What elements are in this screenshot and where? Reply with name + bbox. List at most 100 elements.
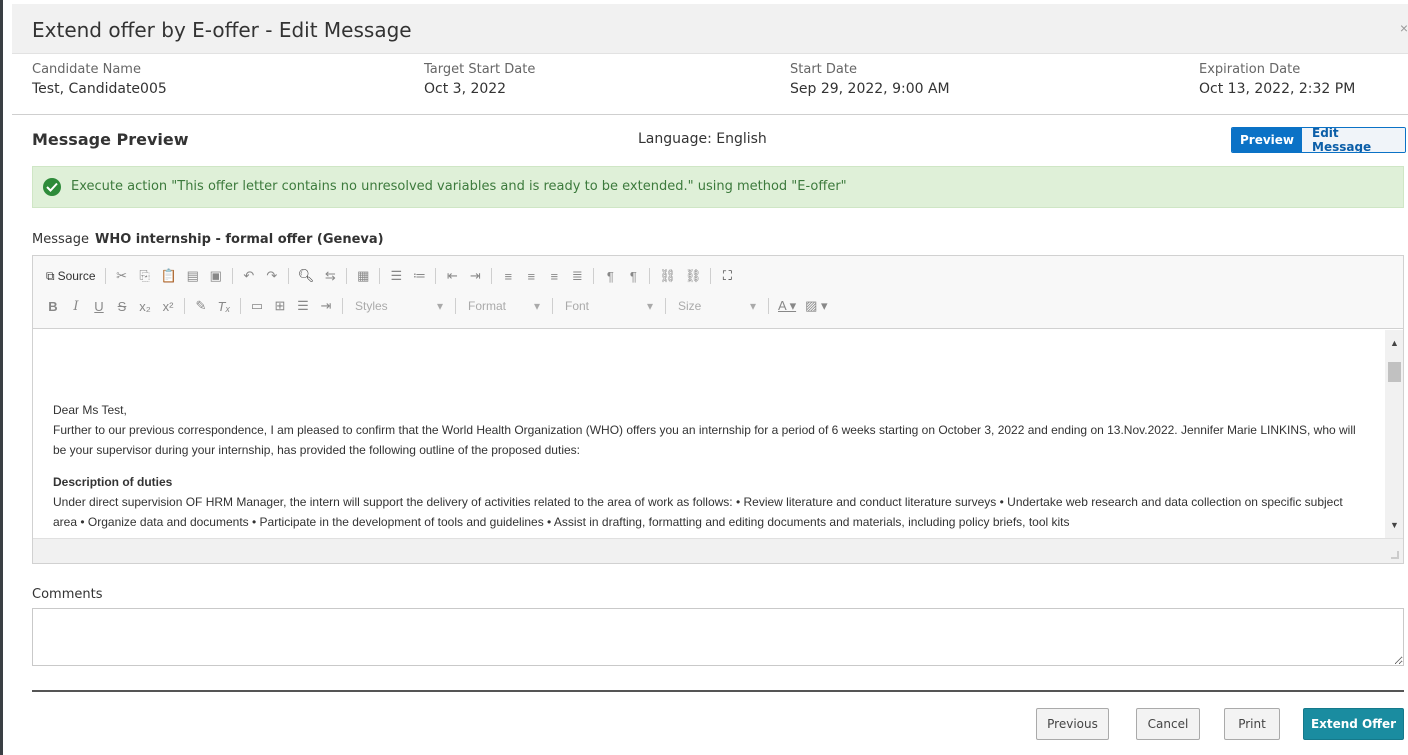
- copy-format-icon[interactable]: ✎: [191, 295, 211, 317]
- decrease-indent-icon[interactable]: ⇤: [442, 265, 462, 287]
- align-right-icon[interactable]: ≡: [544, 265, 564, 287]
- rtl-icon[interactable]: ¶: [623, 265, 643, 287]
- ltr-icon[interactable]: ¶: [600, 265, 620, 287]
- background-color-icon[interactable]: ▨ ▾: [802, 295, 830, 317]
- toolbar-separator: [710, 268, 712, 284]
- toolbar-separator: [104, 268, 106, 284]
- comments-input[interactable]: [32, 608, 1404, 666]
- maximize-icon[interactable]: ⛶: [717, 265, 737, 287]
- start-date-field: Start Date Sep 29, 2022, 9:00 AM: [790, 62, 950, 97]
- subscript-icon[interactable]: x₂: [135, 295, 155, 317]
- language-indicator: Language: English: [638, 131, 767, 147]
- paste-icon[interactable]: 📋: [158, 265, 180, 287]
- toolbar-separator: [342, 298, 343, 314]
- justify-icon[interactable]: ≣: [567, 265, 587, 287]
- remove-format-icon[interactable]: Tₓ: [214, 295, 234, 317]
- scroll-up-icon[interactable]: ▲: [1390, 338, 1399, 348]
- editor-scrollbar[interactable]: ▲ ▼: [1385, 330, 1403, 538]
- expiration-date-value: Oct 13, 2022, 2:32 PM: [1199, 81, 1356, 97]
- toolbar-separator: [552, 298, 553, 314]
- edit-message-button[interactable]: Edit Message: [1302, 128, 1405, 152]
- unlink-icon[interactable]: ⛓: [682, 265, 705, 287]
- size-dropdown[interactable]: Size ▾: [672, 296, 762, 316]
- numbered-list-icon[interactable]: ☰: [386, 265, 406, 287]
- italic-icon[interactable]: I: [66, 295, 86, 317]
- target-start-date-value: Oct 3, 2022: [424, 81, 507, 97]
- start-date-label: Start Date: [790, 62, 857, 77]
- styles-dropdown[interactable]: Styles ▾: [349, 296, 449, 316]
- redo-icon[interactable]: ↷: [262, 265, 282, 287]
- toolbar-separator: [240, 298, 241, 314]
- horizontal-line-icon[interactable]: ☰: [293, 295, 313, 317]
- paste-text-icon[interactable]: ▤: [183, 265, 203, 287]
- cancel-button[interactable]: Cancel: [1136, 708, 1200, 740]
- expiration-date-label: Expiration Date: [1199, 62, 1301, 77]
- comments-label: Comments: [32, 587, 103, 602]
- toolbar-separator: [491, 268, 493, 284]
- text-color-icon[interactable]: A ▾: [775, 295, 799, 317]
- view-toggle: Preview Edit Message: [1231, 127, 1406, 153]
- size-label: Size: [678, 299, 702, 313]
- source-icon: ⧉: [46, 268, 55, 283]
- replace-icon[interactable]: ⇆: [320, 265, 340, 287]
- find-icon[interactable]: 🔍︎: [295, 265, 318, 287]
- bulleted-list-icon[interactable]: ≔: [409, 265, 429, 287]
- chevron-down-icon: ▾: [749, 299, 756, 313]
- editor-footer: [33, 538, 1403, 563]
- resize-handle-icon[interactable]: [1391, 551, 1399, 559]
- underline-icon[interactable]: U: [89, 295, 109, 317]
- increase-indent-icon[interactable]: ⇥: [465, 265, 485, 287]
- table-icon[interactable]: ⊞: [270, 295, 290, 317]
- toolbar-row-1: ⧉ Source ✂ ⎘ 📋 ▤ ▣ ↶ ↷ 🔍︎ ⇆ ▦ ☰ ≔ ⇤ ⇥ ≡ ≡: [43, 264, 737, 288]
- image-icon[interactable]: ▭: [247, 295, 267, 317]
- font-label: Font: [565, 299, 590, 313]
- scroll-thumb[interactable]: [1388, 362, 1401, 382]
- superscript-icon[interactable]: x²: [158, 295, 178, 317]
- page-break-icon[interactable]: ⇥: [316, 295, 336, 317]
- copy-icon[interactable]: ⎘: [135, 265, 155, 287]
- footer-divider: [32, 690, 1404, 692]
- align-center-icon[interactable]: ≡: [521, 265, 541, 287]
- preview-button[interactable]: Preview: [1232, 128, 1302, 152]
- link-icon[interactable]: ⛓: [656, 265, 679, 287]
- source-label: Source: [57, 269, 96, 283]
- modal-header: Extend offer by E-offer - Edit Message ×: [12, 4, 1408, 54]
- message-preview-title: Message Preview: [32, 130, 189, 149]
- candidate-name-value: Test, Candidate005: [32, 81, 167, 97]
- print-button[interactable]: Print: [1224, 708, 1280, 740]
- bold-icon[interactable]: B: [43, 295, 63, 317]
- toolbar-separator: [593, 268, 595, 284]
- chevron-down-icon: ▾: [646, 299, 653, 313]
- success-alert: Execute action "This offer letter contai…: [32, 166, 1404, 208]
- message-template-label: Message WHO internship - formal offer (Ge…: [32, 232, 384, 247]
- duties-heading: Description of duties: [53, 475, 173, 489]
- message-label: Message: [32, 232, 89, 247]
- modal-title: Extend offer by E-offer - Edit Message: [32, 18, 412, 42]
- letter-greeting: Dear Ms Test,: [53, 403, 127, 417]
- toolbar-separator: [346, 268, 348, 284]
- styles-label: Styles: [355, 299, 388, 313]
- font-dropdown[interactable]: Font ▾: [559, 296, 659, 316]
- rich-text-editor: ⧉ Source ✂ ⎘ 📋 ▤ ▣ ↶ ↷ 🔍︎ ⇆ ▦ ☰ ≔ ⇤ ⇥ ≡ ≡: [32, 255, 1404, 564]
- editor-toolbar: ⧉ Source ✂ ⎘ 📋 ▤ ▣ ↶ ↷ 🔍︎ ⇆ ▦ ☰ ≔ ⇤ ⇥ ≡ ≡: [33, 256, 1403, 329]
- format-dropdown[interactable]: Format ▾: [462, 296, 546, 316]
- toolbar-separator: [665, 298, 666, 314]
- offer-info-row: Candidate Name Test, Candidate005 Target…: [32, 62, 1402, 104]
- target-start-date-label: Target Start Date: [424, 62, 536, 77]
- header-divider: [12, 114, 1408, 115]
- remove-format-block-icon[interactable]: ▦: [353, 265, 373, 287]
- paste-word-icon[interactable]: ▣: [206, 265, 226, 287]
- editor-content[interactable]: Dear Ms Test, Further to our previous co…: [33, 330, 1385, 538]
- previous-button[interactable]: Previous: [1036, 708, 1109, 740]
- candidate-name-field: Candidate Name Test, Candidate005: [32, 62, 167, 97]
- scroll-down-icon[interactable]: ▼: [1390, 520, 1399, 530]
- extend-offer-button[interactable]: Extend Offer: [1303, 708, 1404, 740]
- toolbar-separator: [649, 268, 651, 284]
- strikethrough-icon[interactable]: S: [112, 295, 132, 317]
- align-left-icon[interactable]: ≡: [498, 265, 518, 287]
- close-icon[interactable]: ×: [1400, 20, 1408, 36]
- cut-icon[interactable]: ✂: [112, 265, 132, 287]
- source-button[interactable]: ⧉ Source: [43, 265, 99, 287]
- undo-icon[interactable]: ↶: [239, 265, 259, 287]
